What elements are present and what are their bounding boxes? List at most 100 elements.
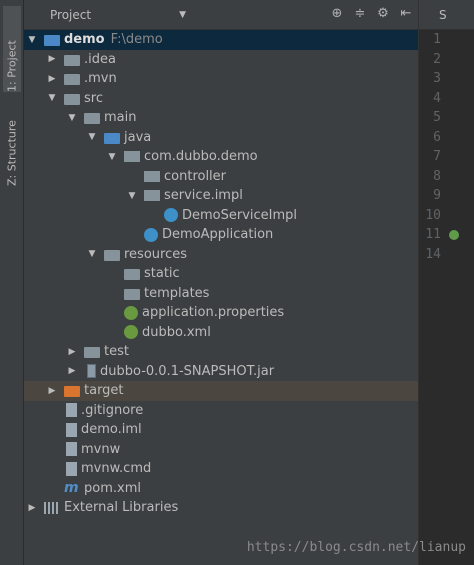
maven-icon: m [64,480,79,497]
tab-structure-label: Z: Structure [5,120,19,186]
resources-folder-icon [104,249,120,261]
tree-item-label: dubbo.xml [142,324,211,340]
chevron-right-icon[interactable]: ▶ [46,54,58,64]
tree-row[interactable]: controller [24,167,418,187]
tree-item-label: java [124,129,152,145]
locate-icon[interactable]: ⊕ [329,6,345,21]
editor-tab[interactable]: S [439,8,447,22]
chevron-right-icon[interactable]: ▶ [66,366,78,376]
line-number: 1 [433,32,441,47]
watermark: https://blog.csdn.net/lianup [246,540,466,555]
project-toolbar: Project ▼ ⊕ ≑ ⚙ ⇤ [24,0,418,30]
editor-tab-bar: S [419,0,474,30]
folder-icon [64,93,80,105]
tree-row[interactable]: ▼ service.impl [24,186,418,206]
tree-row[interactable]: DemoServiceImpl [24,206,418,226]
tree-row[interactable]: ▶ test [24,342,418,362]
tree-row[interactable]: ▶ target [24,381,418,401]
project-tree: ▼ demo F:\demo ▶ .idea ▶ .mvn ▼ src ▼ main ▼ java ▼ co… [24,30,418,518]
file-icon [66,422,77,437]
line-number: 8 [433,168,441,184]
tree-item-label: mvnw.cmd [81,461,152,477]
collapse-all-icon[interactable]: ≑ [352,6,368,21]
tree-row[interactable]: ▼ src [24,89,418,109]
chevron-down-icon[interactable]: ▼ [46,93,58,103]
source-folder-icon [104,132,120,144]
tree-item-label: dubbo-0.0.1-SNAPSHOT.jar [100,363,275,379]
tree-row[interactable]: m pom.xml [24,479,418,499]
tree-row[interactable]: ▼ java [24,128,418,148]
tree-row[interactable]: ▼ resources [24,245,418,265]
tree-row[interactable]: mvnw [24,440,418,460]
tree-row[interactable]: demo.iml [24,420,418,440]
chevron-right-icon[interactable]: ▶ [66,347,78,357]
chevron-down-icon[interactable]: ▼ [126,191,138,201]
hide-panel-icon[interactable]: ⇤ [398,6,414,21]
package-icon [144,190,160,202]
tree-row[interactable]: ▶ .idea [24,50,418,70]
tree-item-label: mvnw [81,441,121,457]
tree-item-label: External Libraries [64,500,179,516]
jar-icon [87,364,96,379]
class-icon [164,208,178,223]
tab-project[interactable]: 1: Project [3,6,21,92]
tree-item-label: src [84,90,103,106]
chevron-down-icon[interactable]: ▼ [66,113,78,123]
tree-row[interactable]: ▶ .mvn [24,69,418,89]
tree-item-label: resources [124,246,188,262]
tree-item-label: test [104,344,129,360]
file-icon [66,442,77,457]
editor-area: S 1 2 3 4 5 6 7 8 9 10 11 14 [418,0,474,565]
tree-row[interactable]: DemoApplication [24,225,418,245]
tree-item-label: .idea [84,51,116,67]
tree-item-path: F:\demo [110,32,163,48]
tree-row[interactable]: ▶ dubbo-0.0.1-SNAPSHOT.jar [24,362,418,382]
tree-item-label: static [144,266,180,282]
tree-item-label: com.dubbo.demo [144,149,258,165]
chevron-right-icon[interactable]: ▶ [46,74,58,84]
folder-icon [64,74,80,86]
file-icon [66,461,77,476]
package-icon [124,151,140,163]
tree-row[interactable]: ▼ main [24,108,418,128]
tab-project-label: 1: Project [5,40,19,92]
file-icon [66,403,77,418]
folder-icon [124,269,140,281]
folder-icon [84,347,100,359]
tree-row[interactable]: static [24,264,418,284]
chevron-right-icon[interactable]: ▶ [46,386,58,396]
package-icon [144,170,160,182]
tree-item-label: main [104,110,137,126]
tree-row[interactable]: dubbo.xml [24,323,418,343]
tree-row[interactable]: ▶ External Libraries [24,498,418,518]
folder-icon [84,113,100,125]
tree-row[interactable]: application.properties [24,303,418,323]
xml-file-icon [124,325,138,340]
tool-window-strip: 1: Project Z: Structure [0,0,24,565]
tree-item-label: .mvn [84,71,117,87]
panel-title[interactable]: Project [50,8,91,22]
tree-item-label: demo [64,32,105,48]
tab-structure[interactable]: Z: Structure [3,104,21,186]
chevron-down-icon[interactable]: ▼ [26,35,38,45]
chevron-down-icon[interactable]: ▼ [86,132,98,142]
tree-item-label: DemoApplication [162,227,274,243]
line-number: 4 [433,90,441,106]
tree-row[interactable]: mvnw.cmd [24,459,418,479]
tree-row[interactable]: ▼ demo F:\demo [24,30,418,50]
chevron-down-icon[interactable]: ▼ [106,152,118,162]
chevron-right-icon[interactable]: ▶ [26,503,38,513]
tree-row[interactable]: templates [24,284,418,304]
line-number-gutter: 1 2 3 4 5 6 7 8 9 10 11 14 [419,30,455,264]
tree-item-label: application.properties [142,305,285,321]
folder-icon [64,54,80,66]
tree-row[interactable]: .gitignore [24,401,418,421]
run-gutter-icon[interactable] [449,230,459,240]
line-number: 6 [433,129,441,145]
view-dropdown-icon[interactable]: ▼ [179,10,186,20]
settings-gear-icon[interactable]: ⚙ [375,6,391,21]
tree-row[interactable]: ▼ com.dubbo.demo [24,147,418,167]
chevron-down-icon[interactable]: ▼ [86,249,98,259]
tree-item-label: templates [144,285,210,301]
line-number: 2 [433,51,441,67]
